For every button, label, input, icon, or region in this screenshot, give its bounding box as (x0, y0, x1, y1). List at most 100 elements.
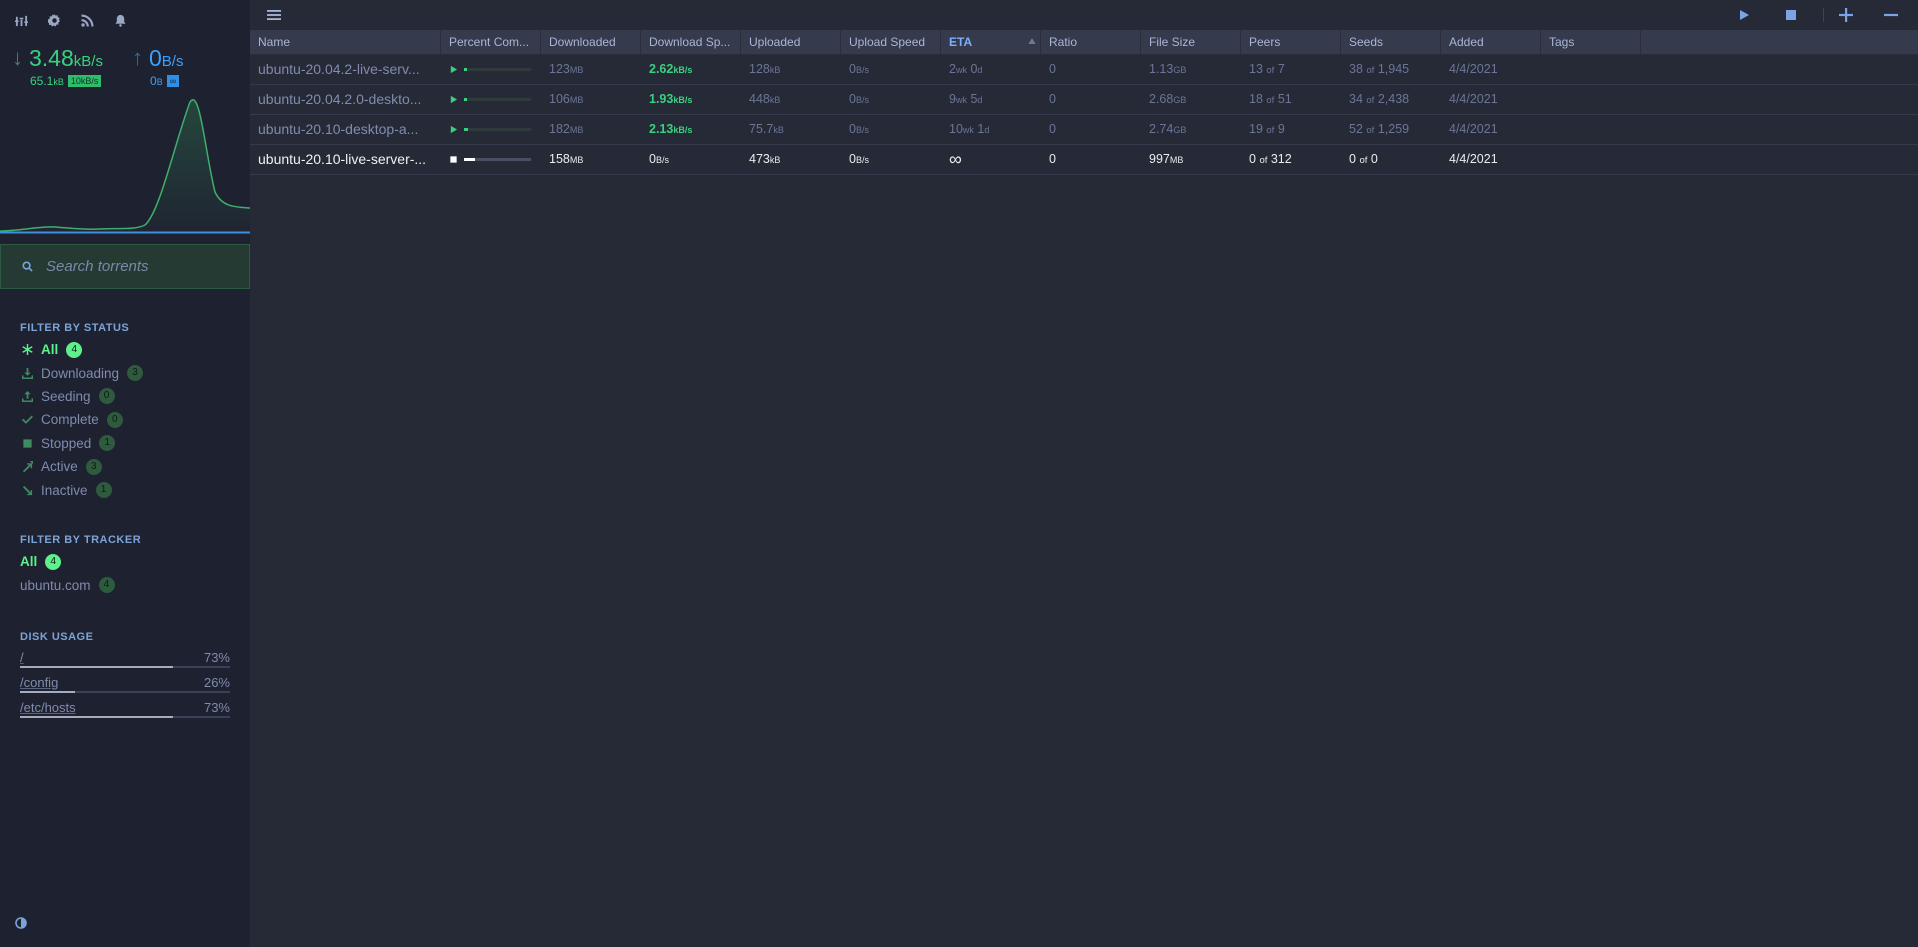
download-limit-badge[interactable]: 10kB/s (67, 75, 102, 87)
status-filter-stopped[interactable]: Stopped 1 (20, 432, 143, 455)
file-size-cell: 997MB (1149, 152, 1184, 166)
notifications-bell-icon[interactable] (113, 13, 127, 27)
torrent-name: ubuntu-20.10-live-server-... (258, 151, 427, 167)
downloaded-cell: 106MB (549, 92, 584, 106)
remove-torrent-button[interactable] (1882, 6, 1900, 24)
progress-fill (464, 158, 475, 161)
disk-usage-row[interactable]: / 73% (20, 648, 230, 673)
tags-cell (1541, 85, 1641, 114)
stop-torrent-button[interactable] (1782, 6, 1800, 24)
filter-by-status-title: FILTER BY STATUS (20, 322, 130, 334)
column-header-name[interactable]: Name (250, 30, 441, 55)
sort-ascending-icon (1028, 38, 1036, 44)
status-filter-label: Downloading (41, 365, 120, 381)
minus-icon (1884, 13, 1898, 17)
ratio-cell: 0 (1049, 62, 1056, 76)
status-filter-label: Stopped (41, 435, 92, 451)
speed-limits-icon[interactable] (14, 13, 28, 27)
downloading-play-icon (450, 95, 458, 104)
transfer-speeds: ↓ 3.48kB/s 65.1kB 10kB/s ↑ 0B/s 0B ∞ (12, 45, 248, 90)
column-header-eta[interactable]: ETA (941, 30, 1041, 55)
ratio-cell: 0 (1049, 122, 1056, 136)
status-filter-all[interactable]: All 4 (20, 338, 143, 361)
status-filter-count: 3 (85, 458, 102, 475)
disk-path: /etc/hosts (20, 700, 76, 715)
progress-fill (464, 98, 467, 101)
download-speed-cell: 2.62kB/s (649, 62, 693, 76)
progress-fill (464, 128, 469, 131)
add-torrent-button[interactable] (1837, 6, 1855, 24)
file-size-cell: 1.13GB (1149, 62, 1187, 76)
tracker-filter-label: All (20, 554, 38, 570)
search-input[interactable] (46, 258, 236, 275)
download-speed-cell: 1.93kB/s (649, 92, 693, 106)
peers-cell: 0 of 312 (1249, 152, 1292, 166)
column-header-upload-speed[interactable]: Upload Speed (841, 30, 941, 55)
column-header-percent-complete[interactable]: Percent Com... (441, 30, 541, 55)
tracker-filter-all[interactable]: All 4 (20, 550, 115, 573)
seeds-cell: 38 of 1,945 (1349, 62, 1410, 76)
column-header-seeds[interactable]: Seeds (1341, 30, 1441, 55)
upload-icon (20, 389, 34, 403)
tracker-filter-ubuntu[interactable]: ubuntu.com 4 (20, 573, 115, 596)
torrent-row[interactable]: ubuntu-20.04.2-live-serv... 123MB 2.62kB… (250, 55, 1918, 85)
inactive-icon (20, 483, 34, 497)
status-filter-count: 1 (95, 482, 112, 499)
disk-path: /config (20, 675, 59, 690)
added-cell: 4/4/2021 (1449, 122, 1498, 136)
ratio-cell: 0 (1049, 92, 1056, 106)
downloaded-cell: 123MB (549, 62, 584, 76)
torrent-row[interactable]: ubuntu-20.04.2.0-deskto... 106MB 1.93kB/… (250, 85, 1918, 115)
status-filter-seeding[interactable]: Seeding 0 (20, 385, 143, 408)
seeds-cell: 52 of 1,259 (1349, 122, 1410, 136)
column-header-added[interactable]: Added (1441, 30, 1541, 55)
disk-usage-bar (20, 691, 230, 693)
column-header-peers[interactable]: Peers (1241, 30, 1341, 55)
disk-usage-row[interactable]: /etc/hosts 73% (20, 698, 230, 723)
settings-gear-icon[interactable] (47, 13, 61, 27)
rss-feed-icon[interactable] (80, 13, 94, 27)
disk-percent: 26% (203, 675, 230, 690)
status-filter-downloading[interactable]: Downloading 3 (20, 361, 144, 384)
status-filter-inactive[interactable]: Inactive 1 (20, 478, 143, 501)
status-filter-label: Inactive (41, 482, 88, 498)
stopped-square-icon (450, 156, 457, 163)
disk-usage-bar (20, 666, 230, 668)
tags-cell (1541, 115, 1641, 144)
status-filter-label: Seeding (41, 388, 91, 404)
progress-bar (464, 128, 531, 131)
status-filter-complete[interactable]: Complete 0 (20, 408, 143, 431)
status-filter-label: Complete (41, 412, 99, 428)
column-header-ratio[interactable]: Ratio (1041, 30, 1141, 55)
download-arrow-icon: ↓ (12, 45, 23, 70)
filter-by-tracker-title: FILTER BY TRACKER (20, 534, 142, 546)
torrent-name: ubuntu-20.04.2-live-serv... (258, 61, 420, 77)
progress-fill (464, 68, 468, 71)
eta-cell: 10wk 1d (949, 122, 990, 136)
menu-hamburger-icon[interactable] (266, 8, 282, 22)
status-filter-count: 3 (127, 365, 144, 382)
theme-toggle-icon[interactable] (15, 917, 27, 929)
file-size-cell: 2.74GB (1149, 122, 1187, 136)
active-arrows-icon (20, 460, 34, 474)
search-box[interactable] (0, 244, 250, 289)
peers-cell: 18 of 51 (1249, 92, 1292, 106)
torrent-row[interactable]: ubuntu-20.10-desktop-a... 182MB 2.13kB/s… (250, 115, 1918, 145)
start-torrent-button[interactable] (1735, 6, 1753, 24)
column-header-downloaded[interactable]: Downloaded (541, 30, 641, 55)
uploaded-cell: 75.7kB (749, 122, 784, 136)
torrent-row[interactable]: ubuntu-20.10-live-server-... 158MB 0B/s … (250, 145, 1918, 175)
uploaded-cell: 128kB (749, 62, 781, 76)
download-speed-value: 3.48kB/s (29, 45, 103, 71)
upload-limit-badge[interactable]: ∞ (166, 75, 180, 87)
upload-total: 0B ∞ (150, 74, 180, 88)
column-header-uploaded[interactable]: Uploaded (741, 30, 841, 55)
column-header-download-speed[interactable]: Download Sp... (641, 30, 741, 55)
status-filter-active[interactable]: Active 3 (20, 455, 143, 478)
column-header-tags[interactable]: Tags (1541, 30, 1641, 55)
seeds-cell: 0 of 0 (1349, 152, 1378, 166)
column-header-file-size[interactable]: File Size (1141, 30, 1241, 55)
disk-usage-row[interactable]: /config 26% (20, 673, 230, 698)
sidebar: ↓ 3.48kB/s 65.1kB10kB/s ↑ 0B/s 0B∞ FILTE… (0, 0, 250, 947)
file-size-cell: 2.68GB (1149, 92, 1187, 106)
